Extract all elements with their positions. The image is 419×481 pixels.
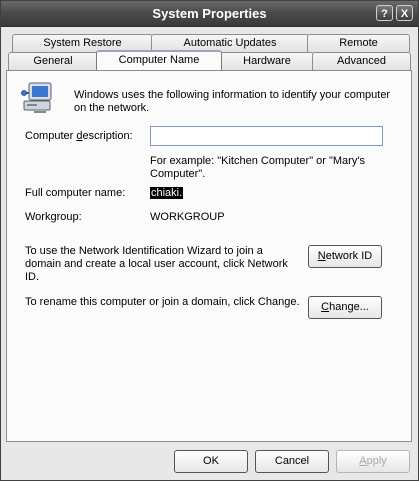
full-computer-name-value[interactable]: chiaki. bbox=[150, 187, 184, 200]
close-button[interactable]: X bbox=[396, 5, 413, 21]
tab-hardware[interactable]: Hardware bbox=[220, 52, 314, 70]
example-text-line1: For example: "Kitchen Computer" or "Mary… bbox=[150, 155, 365, 167]
workgroup-value: WORKGROUP bbox=[150, 211, 225, 223]
computer-description-label: Computer description: bbox=[25, 130, 133, 143]
rename-text: To rename this computer or join a domain… bbox=[25, 296, 300, 308]
wizard-text-line1: To use the Network Identification Wizard… bbox=[25, 245, 263, 257]
tab-remote[interactable]: Remote bbox=[307, 34, 410, 52]
button-label: pply bbox=[366, 455, 387, 467]
label-part: escription: bbox=[82, 130, 133, 142]
title-bar[interactable]: System Properties ? X bbox=[1, 1, 418, 27]
change-button[interactable]: Change... bbox=[308, 296, 382, 319]
example-text-line2: Computer". bbox=[150, 168, 206, 180]
button-accesskey: A bbox=[359, 455, 367, 467]
window-title: System Properties bbox=[152, 6, 267, 21]
button-accesskey: C bbox=[321, 301, 330, 313]
tab-computer-name[interactable]: Computer Name bbox=[96, 50, 222, 70]
button-accesskey: N bbox=[317, 250, 326, 262]
full-computer-name-label: Full computer name: bbox=[25, 187, 126, 199]
tab-general[interactable]: General bbox=[8, 52, 98, 70]
tab-advanced[interactable]: Advanced bbox=[312, 52, 411, 70]
apply-button[interactable]: Apply bbox=[336, 450, 410, 473]
label-part: Computer bbox=[25, 130, 77, 142]
workgroup-label: Workgroup: bbox=[25, 211, 82, 223]
computer-description-input[interactable] bbox=[150, 126, 383, 146]
computer-network-icon bbox=[21, 82, 52, 113]
button-label: hange... bbox=[329, 301, 369, 313]
wizard-text-line3: ID. bbox=[25, 271, 40, 283]
cancel-button[interactable]: Cancel bbox=[255, 450, 329, 473]
intro-text-line1: Windows uses the following information t… bbox=[74, 89, 391, 101]
help-button[interactable]: ? bbox=[376, 5, 393, 21]
ok-button[interactable]: OK bbox=[174, 450, 248, 473]
computer-name-panel: Windows uses the following information t… bbox=[6, 70, 412, 442]
network-id-button[interactable]: Network ID bbox=[308, 245, 382, 268]
system-properties-window: System Properties ? X System Restore Aut… bbox=[0, 0, 419, 481]
intro-text-line2: on the network. bbox=[74, 102, 150, 114]
button-label: etwork ID bbox=[325, 250, 373, 262]
wizard-text-line2: domain and create a local user account, … bbox=[25, 258, 288, 270]
full-computer-name-selection[interactable]: chiaki. bbox=[150, 187, 184, 199]
